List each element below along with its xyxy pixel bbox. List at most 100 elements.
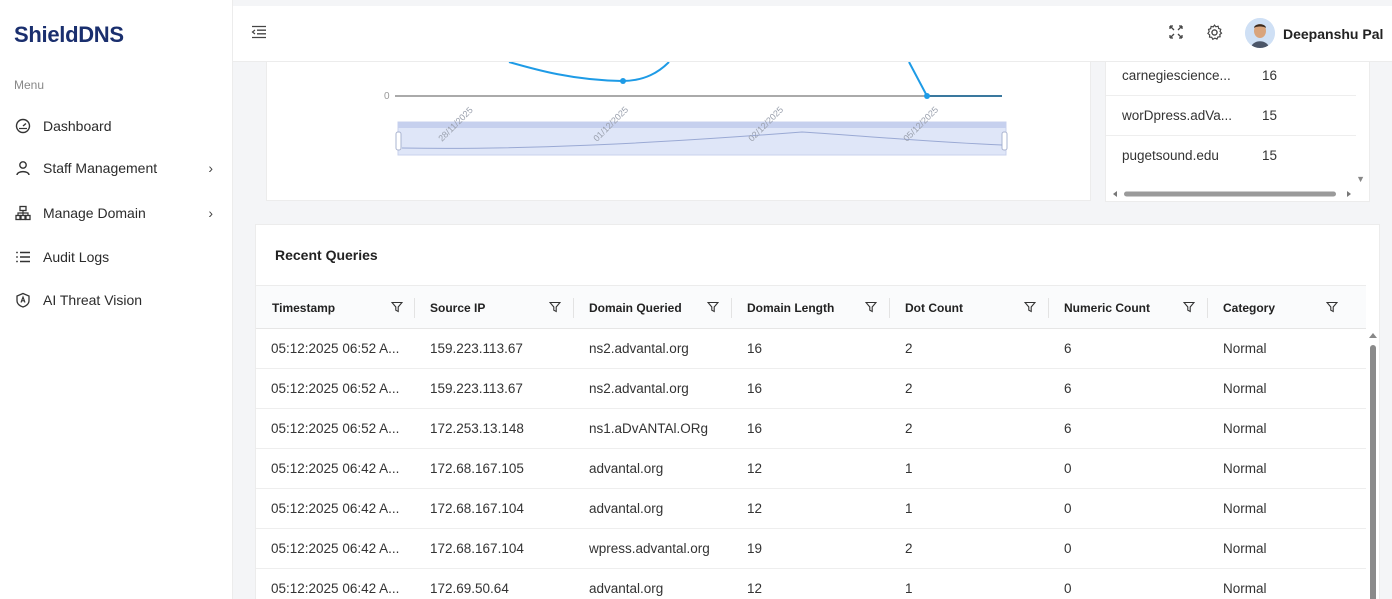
filter-icon[interactable]: [1023, 301, 1037, 316]
cell-dot-count: 2: [905, 421, 913, 436]
cell-category: Normal: [1223, 421, 1267, 436]
domain-name: carnegiescience...: [1122, 68, 1231, 83]
fullscreen-icon[interactable]: [1168, 24, 1184, 45]
menu-label: Menu: [14, 78, 45, 92]
column-header-domain-length[interactable]: Domain Length: [731, 286, 889, 330]
sidebar-item-staff-management[interactable]: Staff Management ›: [14, 156, 219, 180]
sidebar-item-dashboard[interactable]: Dashboard: [14, 114, 219, 138]
series-line: [508, 62, 1002, 97]
chevron-right-icon: ›: [208, 160, 213, 176]
data-point[interactable]: [620, 78, 626, 84]
zoom-handle-left[interactable]: [395, 131, 402, 151]
table-row[interactable]: 05:12:2025 06:42 A... 172.69.50.64 advanta…: [256, 569, 1366, 599]
horizontal-scrollbar[interactable]: [1112, 189, 1352, 199]
chevron-right-icon: ›: [208, 205, 213, 221]
column-header-domain-queried[interactable]: Domain Queried: [573, 286, 731, 330]
cell-timestamp: 05:12:2025 06:42 A...: [271, 461, 400, 476]
sidebar-item-label: Dashboard: [43, 118, 112, 134]
column-header-timestamp[interactable]: Timestamp: [256, 286, 415, 330]
settings-gear-icon[interactable]: [1206, 24, 1223, 46]
cell-dot-count: 2: [905, 381, 913, 396]
list-item[interactable]: pugetsound.edu 15: [1106, 136, 1356, 176]
sidebar: ShieldDNS Menu Dashboard Staff Managemen…: [0, 0, 233, 599]
cell-dot-count: 1: [905, 501, 913, 516]
column-header-category[interactable]: Category: [1207, 286, 1350, 330]
domain-name: worDpress.adVa...: [1122, 108, 1233, 123]
cell-domain-queried: advantal.org: [589, 501, 664, 516]
zoom-handle-right[interactable]: [1001, 131, 1008, 151]
table-row[interactable]: 05:12:2025 06:52 A... 159.223.113.67 ns2.a…: [256, 369, 1366, 409]
table-header: Timestamp Source IP Domain Queried Domain L…: [256, 285, 1366, 329]
data-point[interactable]: [924, 93, 930, 99]
cell-source-ip: 172.68.167.105: [430, 461, 524, 476]
cell-numeric-count: 0: [1064, 461, 1072, 476]
user-avatar[interactable]: [1245, 18, 1275, 48]
cell-domain-length: 12: [747, 461, 763, 476]
cell-timestamp: 05:12:2025 06:42 A...: [271, 581, 400, 596]
ai-shield-icon: [14, 291, 32, 309]
cell-timestamp: 05:12:2025 06:52 A...: [271, 381, 400, 396]
cell-numeric-count: 0: [1064, 501, 1072, 516]
list-icon: [14, 248, 32, 266]
table-row[interactable]: 05:12:2025 06:42 A... 172.68.167.104 wpres…: [256, 529, 1366, 569]
column-header-dot-count[interactable]: Dot Count: [889, 286, 1048, 330]
list-item[interactable]: worDpress.adVa... 15: [1106, 96, 1356, 136]
cell-source-ip: 172.253.13.148: [430, 421, 524, 436]
scroll-down-arrow-icon[interactable]: ▼: [1356, 174, 1365, 184]
cell-domain-queried: advantal.org: [589, 461, 664, 476]
column-header-label: Dot Count: [905, 301, 963, 315]
column-header-label: Category: [1223, 301, 1276, 315]
cell-source-ip: 159.223.113.67: [430, 381, 523, 396]
cell-category: Normal: [1223, 581, 1267, 596]
table-row[interactable]: 05:12:2025 06:52 A... 159.223.113.67 ns2.a…: [256, 329, 1366, 369]
cell-domain-queried: advantal.org: [589, 581, 664, 596]
cell-domain-length: 16: [747, 341, 763, 356]
cell-domain-length: 16: [747, 421, 763, 436]
cell-category: Normal: [1223, 541, 1267, 556]
cell-category: Normal: [1223, 461, 1267, 476]
column-header-label: Numeric Count: [1064, 301, 1151, 315]
sidebar-item-ai-threat-vision[interactable]: AI Threat Vision: [14, 288, 219, 312]
cell-numeric-count: 0: [1064, 541, 1072, 556]
table-row[interactable]: 05:12:2025 06:42 A... 172.68.167.105 advan…: [256, 449, 1366, 489]
filter-icon[interactable]: [864, 301, 878, 316]
column-header-source-ip[interactable]: Source IP: [414, 286, 573, 330]
column-header-label: Source IP: [430, 301, 486, 315]
column-header-numeric-count[interactable]: Numeric Count: [1048, 286, 1207, 330]
cell-numeric-count: 6: [1064, 421, 1072, 436]
filter-icon[interactable]: [1325, 301, 1339, 316]
filter-icon[interactable]: [706, 301, 720, 316]
menu-collapse-icon[interactable]: [251, 25, 267, 44]
sitemap-icon: [14, 204, 32, 222]
cell-numeric-count: 6: [1064, 341, 1072, 356]
domain-count: 15: [1262, 108, 1278, 123]
column-header-label: Domain Length: [747, 301, 835, 315]
filter-icon[interactable]: [548, 301, 562, 316]
cell-domain-queried: ns2.advantal.org: [589, 381, 689, 396]
cell-dot-count: 1: [905, 581, 913, 596]
brand-logo[interactable]: ShieldDNS: [14, 22, 124, 48]
username-label[interactable]: Deepanshu Pal: [1283, 26, 1383, 42]
dashboard-icon: [14, 117, 32, 135]
y-tick-label: 0: [384, 91, 390, 102]
sidebar-item-audit-logs[interactable]: Audit Logs: [14, 245, 219, 269]
filter-icon[interactable]: [1182, 301, 1196, 316]
filter-icon[interactable]: [390, 301, 404, 316]
cell-source-ip: 172.68.167.104: [430, 541, 524, 556]
sidebar-item-manage-domain[interactable]: Manage Domain ›: [14, 201, 219, 225]
sidebar-item-label: Audit Logs: [43, 249, 110, 265]
list-item[interactable]: carnegiescience... 16: [1106, 62, 1356, 96]
cell-timestamp: 05:12:2025 06:52 A...: [271, 341, 400, 356]
domain-name: pugetsound.edu: [1122, 148, 1219, 163]
table-row[interactable]: 05:12:2025 06:52 A... 172.253.13.148 ns1.a…: [256, 409, 1366, 449]
vertical-scrollbar[interactable]: [1366, 329, 1380, 599]
table-row[interactable]: 05:12:2025 06:42 A... 172.68.167.104 advan…: [256, 489, 1366, 529]
cell-category: Normal: [1223, 381, 1267, 396]
cell-timestamp: 05:12:2025 06:42 A...: [271, 541, 400, 556]
cell-source-ip: 159.223.113.67: [430, 341, 523, 356]
cell-category: Normal: [1223, 501, 1267, 516]
cell-domain-length: 12: [747, 501, 763, 516]
sidebar-item-label: Staff Management: [43, 160, 158, 176]
topbar: Deepanshu Pal: [233, 6, 1392, 62]
sidebar-item-label: AI Threat Vision: [43, 292, 143, 308]
